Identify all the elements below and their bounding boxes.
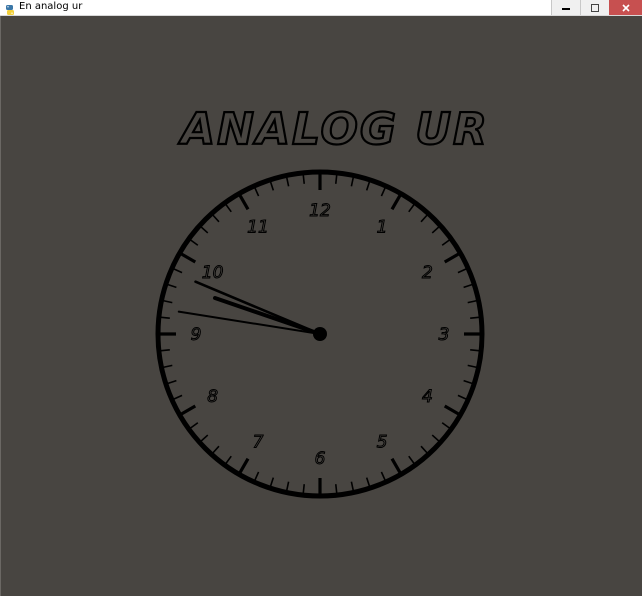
minute-tick xyxy=(253,471,260,482)
hour-tick xyxy=(390,193,402,211)
minute-tick xyxy=(334,173,338,184)
minute-tick xyxy=(380,186,387,197)
minute-tick xyxy=(224,455,232,465)
minute-tick xyxy=(199,225,209,234)
minute-tick xyxy=(166,379,177,385)
minute-hand xyxy=(194,280,322,336)
minute-tick xyxy=(285,481,290,492)
app-window: En analog ur ANALOG UR 12 1 2 3 4 5 6 7 8 9 10 11 xyxy=(0,0,642,596)
clock-numeral: 11 xyxy=(247,218,269,238)
close-icon xyxy=(621,3,631,13)
hour-tick xyxy=(443,404,461,416)
clock-numeral: 3 xyxy=(439,325,450,345)
minute-tick xyxy=(162,299,173,304)
minute-tick xyxy=(463,379,474,385)
minute-tick xyxy=(420,445,429,455)
minute-tick xyxy=(302,484,306,495)
minimize-button[interactable] xyxy=(551,0,580,15)
minute-tick xyxy=(463,283,474,289)
minute-tick xyxy=(162,364,173,369)
close-button[interactable] xyxy=(609,0,642,15)
maximize-button[interactable] xyxy=(580,0,609,15)
minute-tick xyxy=(441,422,451,430)
minute-tick xyxy=(189,422,199,430)
clock-center-hub xyxy=(313,327,327,341)
python-snake-icon xyxy=(4,1,16,15)
maximize-icon xyxy=(590,3,600,13)
minute-tick xyxy=(467,299,478,304)
minute-tick xyxy=(408,455,416,465)
minute-tick xyxy=(285,176,290,187)
clock-numeral: 8 xyxy=(207,387,218,407)
minute-tick xyxy=(159,316,170,320)
clock-numeral: 6 xyxy=(315,449,326,469)
minute-tick xyxy=(172,394,183,401)
minute-tick xyxy=(457,394,468,401)
clock-numeral: 4 xyxy=(422,387,433,407)
minute-tick xyxy=(457,267,468,274)
minute-tick xyxy=(159,348,170,352)
minute-tick xyxy=(189,238,199,246)
minute-tick xyxy=(269,180,275,191)
clock-numeral: 9 xyxy=(191,325,202,345)
hour-tick xyxy=(390,457,402,475)
minimize-icon xyxy=(561,3,571,13)
hour-tick xyxy=(179,252,197,264)
minute-tick xyxy=(420,213,429,223)
minute-tick xyxy=(172,267,183,274)
minute-tick xyxy=(431,434,441,443)
minute-tick xyxy=(467,364,478,369)
minute-tick xyxy=(350,176,355,187)
minute-tick xyxy=(302,173,306,184)
clock-numeral: 2 xyxy=(422,263,433,283)
clock-numeral: 12 xyxy=(309,201,331,221)
minute-tick xyxy=(365,180,371,191)
minute-tick xyxy=(253,186,260,197)
window-title: En analog ur xyxy=(19,1,83,12)
minute-tick xyxy=(408,203,416,213)
hour-tick xyxy=(238,193,250,211)
hour-tick xyxy=(179,404,197,416)
clock-numeral: 5 xyxy=(377,432,388,452)
minute-tick xyxy=(211,213,220,223)
clock-heading: ANALOG UR xyxy=(178,104,489,155)
minute-tick xyxy=(269,477,275,488)
minute-tick xyxy=(470,316,481,320)
minute-tick xyxy=(199,434,209,443)
minute-tick xyxy=(441,238,451,246)
minute-tick xyxy=(166,283,177,289)
hour-tick xyxy=(238,457,250,475)
minute-tick xyxy=(334,484,338,495)
minute-tick xyxy=(350,481,355,492)
title-bar[interactable]: En analog ur xyxy=(0,0,642,16)
minute-tick xyxy=(470,348,481,352)
minute-tick xyxy=(380,471,387,482)
clock-canvas: ANALOG UR 121234567891011 xyxy=(155,103,489,499)
clock-numeral: 1 xyxy=(377,218,388,238)
hour-tick xyxy=(443,252,461,264)
minute-tick xyxy=(211,445,220,455)
clock-numeral: 10 xyxy=(202,263,224,283)
minute-tick xyxy=(224,203,232,213)
minute-tick xyxy=(431,225,441,234)
clock-numeral: 7 xyxy=(253,432,264,452)
minute-tick xyxy=(365,477,371,488)
